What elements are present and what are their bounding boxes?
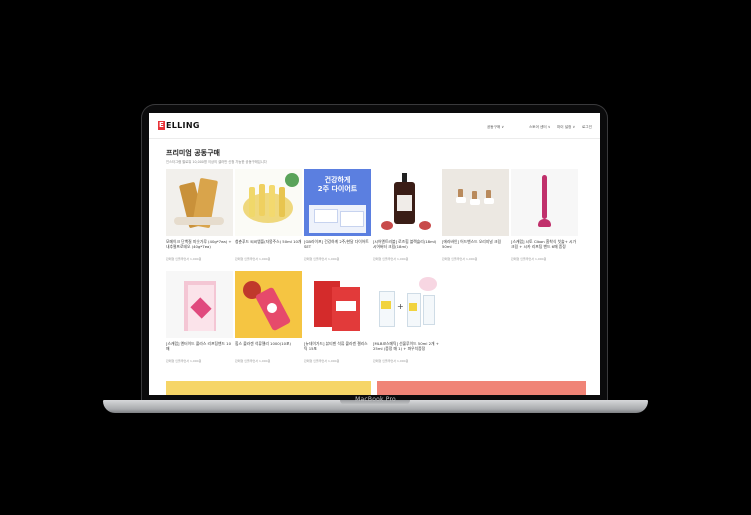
product-image[interactable]: +	[373, 271, 440, 338]
product-image[interactable]: 건강하게 2주 다이어트	[304, 169, 371, 236]
product-name[interactable]: [스캐럽] 엔터이드 콜라스 리프팅밴드 10매	[166, 341, 233, 351]
badge-line-2: 2주 다이어트	[317, 185, 358, 193]
product-name[interactable]: [뉴데이가드] 뷰티젠 석류 콜라겐 젤리스틱 15포	[304, 341, 371, 351]
nav-group-buy[interactable]: 공동구매 ∨	[487, 125, 504, 130]
product-meta: 판매형 인플루언서 1,000원	[304, 359, 340, 363]
promo-banner-yellow[interactable]	[166, 381, 371, 395]
logo-mark: E	[158, 121, 165, 130]
nav-login[interactable]: 로그인	[582, 125, 592, 130]
product-name[interactable]: 힙스 콜라겐 석류젤리 1000(10포)	[235, 341, 302, 346]
product-image[interactable]	[166, 271, 233, 338]
laptop-frame: MacBook Pro E ELLING 공동구매 ∨ 스토어 센터 ∨ 마이 설…	[0, 0, 751, 515]
product-image[interactable]	[304, 271, 371, 338]
page-subtitle: 인스타그램 팔로워 10,000명 이상의 셀러만 신청 가능한 공동구매입니다	[166, 160, 267, 164]
product-meta: 판매형 인플루언서 1,000원	[511, 257, 547, 261]
product-name[interactable]: 모메이크 단백질 미숫가루 (40g*7ea) + 내추럴프로테오 (40g*7…	[166, 239, 233, 249]
logo-text: ELLING	[166, 121, 200, 130]
product-meta: 판매형 인플루언서 1,000원	[304, 257, 340, 261]
product-name[interactable]: [스캐럽] 시토 Cibon 흡착식 칫솔+ 시가 크림 + 시카 리프팅 밴드…	[511, 239, 578, 249]
product-name[interactable]: [시어엔트러블] 로즈힙 블랙슬리(18ml) 시어버터 크림(18ml)	[373, 239, 440, 249]
model-label: MacBook Pro	[355, 396, 396, 403]
site-logo[interactable]: E ELLING	[158, 121, 200, 130]
product-name[interactable]: [GB라이프] 건강하게 2주/한달 다이어트 SET	[304, 239, 371, 249]
product-meta: 판매형 인플루언서 1,000원	[373, 257, 409, 261]
product-meta: 판매형 인플루언서 1,000원	[442, 257, 478, 261]
product-name[interactable]: [MLB코스메틱] 선물루이드 50ml 2개 + 25ml (증정 매 1) …	[373, 341, 440, 351]
product-meta: 판매형 인플루언서 1,000원	[166, 257, 202, 261]
nav-my-settings[interactable]: 마이 설정 ∨	[557, 125, 575, 130]
product-name[interactable]: [에라바인] 어드밴스드 오리지널 크림 50ml	[442, 239, 509, 249]
nav-store-center[interactable]: 스토어 센터 ∨	[529, 125, 550, 130]
product-meta: 판매형 인플루언서 1,000원	[166, 359, 202, 363]
product-image[interactable]	[166, 169, 233, 236]
product-image[interactable]	[235, 271, 302, 338]
product-name[interactable]: 청춘푸드 씨씨앰플(자몽주스) 50ml 10개	[235, 239, 302, 244]
product-meta: 판매형 인플루언서 1,000원	[235, 359, 271, 363]
product-meta: 판매형 인플루언서 1,000원	[373, 359, 409, 363]
product-image[interactable]	[442, 169, 509, 236]
site-header: E ELLING 공동구매 ∨ 스토어 센터 ∨ 마이 설정 ∨ 로그인	[149, 113, 600, 139]
product-image[interactable]	[373, 169, 440, 236]
page-title: 프리미엄 공동구매	[166, 149, 220, 157]
product-meta: 판매형 인플루언서 1,000원	[235, 257, 271, 261]
product-image[interactable]	[511, 169, 578, 236]
promo-banner-red[interactable]	[377, 381, 586, 395]
product-image[interactable]	[235, 169, 302, 236]
browser-screen: E ELLING 공동구매 ∨ 스토어 센터 ∨ 마이 설정 ∨ 로그인 프리미엄…	[149, 113, 600, 395]
